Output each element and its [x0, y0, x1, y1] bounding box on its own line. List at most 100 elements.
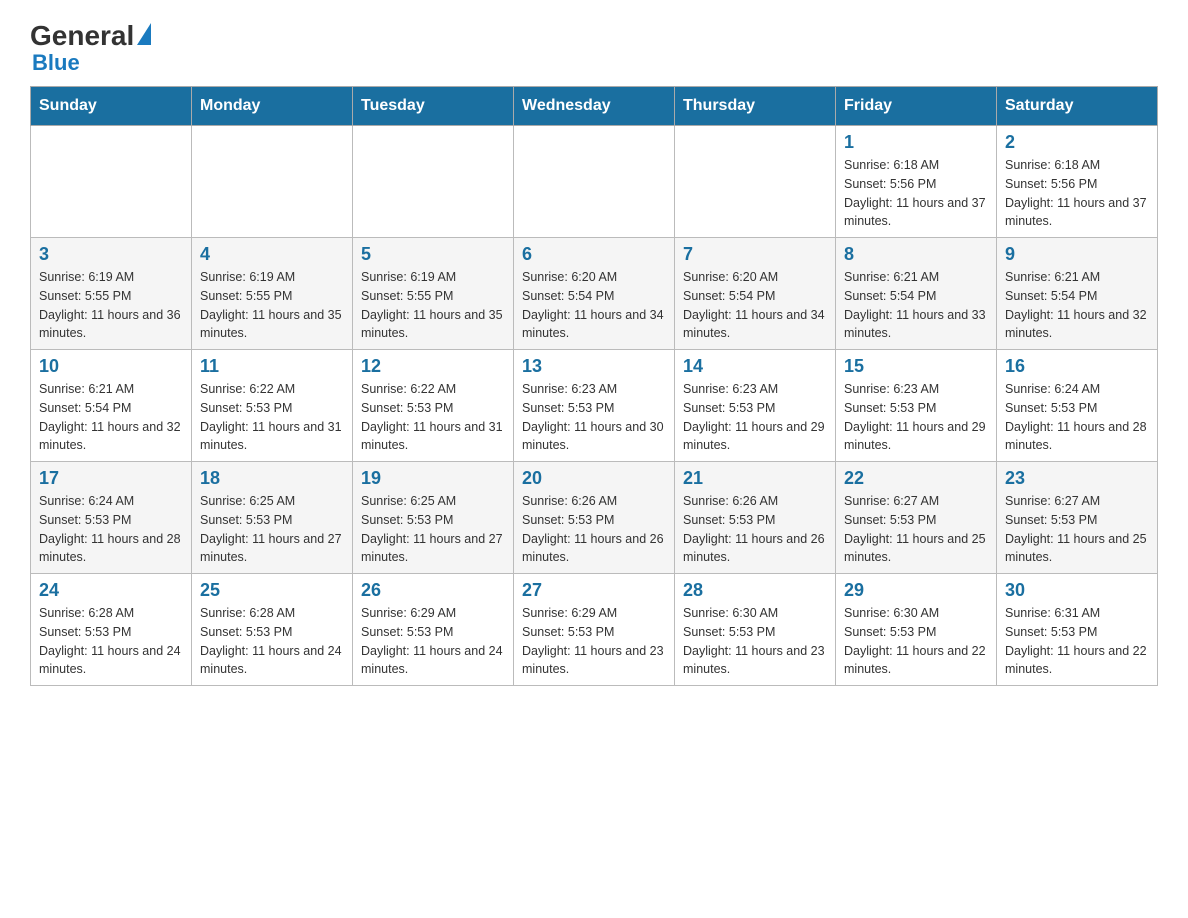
calendar-cell: 1Sunrise: 6:18 AM Sunset: 5:56 PM Daylig…: [836, 126, 997, 238]
calendar-cell: 25 Sunrise: 6:28 AM Sunset: 5:53 PM Dayli…: [192, 574, 353, 686]
calendar-header-saturday: Saturday: [997, 87, 1158, 126]
day-number: 18: [200, 468, 344, 489]
calendar-cell: 17 Sunrise: 6:24 AM Sunset: 5:53 PM Dayli…: [31, 462, 192, 574]
day-info: Sunrise: 6:21 AM Sunset: 5:54 PM Dayligh…: [39, 380, 183, 455]
calendar-cell: 26Sunrise: 6:29 AM Sunset: 5:53 PM Dayli…: [353, 574, 514, 686]
day-number: 5: [361, 244, 505, 265]
day-number: 21: [683, 468, 827, 489]
calendar-cell: 27Sunrise: 6:29 AM Sunset: 5:53 PM Dayli…: [514, 574, 675, 686]
calendar-week-row-3: 10 Sunrise: 6:21 AM Sunset: 5:54 PM Dayli…: [31, 350, 1158, 462]
day-info: Sunrise: 6:21 AM Sunset: 5:54 PM Dayligh…: [844, 268, 988, 343]
day-info: Sunrise: 6:27 AM Sunset: 5:53 PM Dayligh…: [1005, 492, 1149, 567]
calendar-cell: 22 Sunrise: 6:27 AM Sunset: 5:53 PM Dayli…: [836, 462, 997, 574]
day-info: Sunrise: 6:23 AM Sunset: 5:53 PM Dayligh…: [844, 380, 988, 455]
calendar-cell: 19Sunrise: 6:25 AM Sunset: 5:53 PM Dayli…: [353, 462, 514, 574]
day-info: Sunrise: 6:18 AM Sunset: 5:56 PM Dayligh…: [844, 156, 988, 231]
calendar-header-friday: Friday: [836, 87, 997, 126]
day-number: 11: [200, 356, 344, 377]
calendar-cell: 28 Sunrise: 6:30 AM Sunset: 5:53 PM Dayli…: [675, 574, 836, 686]
day-info: Sunrise: 6:23 AM Sunset: 5:53 PM Dayligh…: [522, 380, 666, 455]
calendar-cell: 8 Sunrise: 6:21 AM Sunset: 5:54 PM Daylig…: [836, 238, 997, 350]
calendar-cell: 30 Sunrise: 6:31 AM Sunset: 5:53 PM Dayli…: [997, 574, 1158, 686]
day-info: Sunrise: 6:19 AM Sunset: 5:55 PM Dayligh…: [39, 268, 183, 343]
calendar-cell: 12 Sunrise: 6:22 AM Sunset: 5:53 PM Dayli…: [353, 350, 514, 462]
day-info: Sunrise: 6:25 AM Sunset: 5:53 PM Dayligh…: [361, 492, 505, 567]
day-info: Sunrise: 6:29 AM Sunset: 5:53 PM Dayligh…: [361, 604, 505, 679]
logo-blue-text: Blue: [32, 50, 80, 76]
calendar-cell: 6 Sunrise: 6:20 AM Sunset: 5:54 PM Daylig…: [514, 238, 675, 350]
day-info: Sunrise: 6:18 AM Sunset: 5:56 PM Dayligh…: [1005, 156, 1149, 231]
calendar-cell: 23 Sunrise: 6:27 AM Sunset: 5:53 PM Dayli…: [997, 462, 1158, 574]
logo: General Blue: [30, 20, 151, 76]
day-info: Sunrise: 6:28 AM Sunset: 5:53 PM Dayligh…: [39, 604, 183, 679]
calendar-cell: 11 Sunrise: 6:22 AM Sunset: 5:53 PM Dayli…: [192, 350, 353, 462]
logo-triangle-icon: [137, 23, 151, 45]
calendar-cell: 7Sunrise: 6:20 AM Sunset: 5:54 PM Daylig…: [675, 238, 836, 350]
day-number: 8: [844, 244, 988, 265]
day-number: 15: [844, 356, 988, 377]
day-number: 27: [522, 580, 666, 601]
calendar-cell: 5 Sunrise: 6:19 AM Sunset: 5:55 PM Daylig…: [353, 238, 514, 350]
day-info: Sunrise: 6:20 AM Sunset: 5:54 PM Dayligh…: [683, 268, 827, 343]
day-number: 9: [1005, 244, 1149, 265]
calendar-table: SundayMondayTuesdayWednesdayThursdayFrid…: [30, 86, 1158, 686]
calendar-week-row-5: 24 Sunrise: 6:28 AM Sunset: 5:53 PM Dayli…: [31, 574, 1158, 686]
day-info: Sunrise: 6:30 AM Sunset: 5:53 PM Dayligh…: [683, 604, 827, 679]
calendar-header-wednesday: Wednesday: [514, 87, 675, 126]
calendar-cell: [192, 126, 353, 238]
day-number: 28: [683, 580, 827, 601]
day-info: Sunrise: 6:24 AM Sunset: 5:53 PM Dayligh…: [1005, 380, 1149, 455]
calendar-cell: 21 Sunrise: 6:26 AM Sunset: 5:53 PM Dayli…: [675, 462, 836, 574]
day-number: 14: [683, 356, 827, 377]
logo-general-text: General: [30, 20, 134, 52]
day-info: Sunrise: 6:30 AM Sunset: 5:53 PM Dayligh…: [844, 604, 988, 679]
calendar-cell: 29Sunrise: 6:30 AM Sunset: 5:53 PM Dayli…: [836, 574, 997, 686]
day-number: 10: [39, 356, 183, 377]
day-number: 23: [1005, 468, 1149, 489]
day-info: Sunrise: 6:22 AM Sunset: 5:53 PM Dayligh…: [361, 380, 505, 455]
calendar-week-row-1: 1Sunrise: 6:18 AM Sunset: 5:56 PM Daylig…: [31, 126, 1158, 238]
calendar-week-row-4: 17 Sunrise: 6:24 AM Sunset: 5:53 PM Dayli…: [31, 462, 1158, 574]
calendar-header-thursday: Thursday: [675, 87, 836, 126]
calendar-cell: [675, 126, 836, 238]
day-number: 12: [361, 356, 505, 377]
day-info: Sunrise: 6:23 AM Sunset: 5:53 PM Dayligh…: [683, 380, 827, 455]
day-info: Sunrise: 6:24 AM Sunset: 5:53 PM Dayligh…: [39, 492, 183, 567]
calendar-cell: [353, 126, 514, 238]
day-number: 25: [200, 580, 344, 601]
day-number: 3: [39, 244, 183, 265]
calendar-cell: 18 Sunrise: 6:25 AM Sunset: 5:53 PM Dayli…: [192, 462, 353, 574]
day-number: 6: [522, 244, 666, 265]
day-info: Sunrise: 6:27 AM Sunset: 5:53 PM Dayligh…: [844, 492, 988, 567]
day-info: Sunrise: 6:26 AM Sunset: 5:53 PM Dayligh…: [683, 492, 827, 567]
day-info: Sunrise: 6:20 AM Sunset: 5:54 PM Dayligh…: [522, 268, 666, 343]
calendar-cell: [31, 126, 192, 238]
day-number: 17: [39, 468, 183, 489]
day-info: Sunrise: 6:19 AM Sunset: 5:55 PM Dayligh…: [361, 268, 505, 343]
calendar-cell: 14 Sunrise: 6:23 AM Sunset: 5:53 PM Dayli…: [675, 350, 836, 462]
day-number: 24: [39, 580, 183, 601]
calendar-cell: 16 Sunrise: 6:24 AM Sunset: 5:53 PM Dayli…: [997, 350, 1158, 462]
day-number: 20: [522, 468, 666, 489]
calendar-header-monday: Monday: [192, 87, 353, 126]
day-number: 22: [844, 468, 988, 489]
day-number: 2: [1005, 132, 1149, 153]
day-info: Sunrise: 6:26 AM Sunset: 5:53 PM Dayligh…: [522, 492, 666, 567]
calendar-cell: 10 Sunrise: 6:21 AM Sunset: 5:54 PM Dayli…: [31, 350, 192, 462]
day-info: Sunrise: 6:25 AM Sunset: 5:53 PM Dayligh…: [200, 492, 344, 567]
day-number: 16: [1005, 356, 1149, 377]
calendar-header-tuesday: Tuesday: [353, 87, 514, 126]
day-info: Sunrise: 6:31 AM Sunset: 5:53 PM Dayligh…: [1005, 604, 1149, 679]
day-info: Sunrise: 6:19 AM Sunset: 5:55 PM Dayligh…: [200, 268, 344, 343]
day-info: Sunrise: 6:28 AM Sunset: 5:53 PM Dayligh…: [200, 604, 344, 679]
calendar-cell: 24 Sunrise: 6:28 AM Sunset: 5:53 PM Dayli…: [31, 574, 192, 686]
calendar-header-row: SundayMondayTuesdayWednesdayThursdayFrid…: [31, 87, 1158, 126]
day-number: 30: [1005, 580, 1149, 601]
calendar-cell: 3 Sunrise: 6:19 AM Sunset: 5:55 PM Daylig…: [31, 238, 192, 350]
calendar-cell: 15 Sunrise: 6:23 AM Sunset: 5:53 PM Dayli…: [836, 350, 997, 462]
day-number: 13: [522, 356, 666, 377]
calendar-cell: 20 Sunrise: 6:26 AM Sunset: 5:53 PM Dayli…: [514, 462, 675, 574]
calendar-cell: 2 Sunrise: 6:18 AM Sunset: 5:56 PM Daylig…: [997, 126, 1158, 238]
day-info: Sunrise: 6:22 AM Sunset: 5:53 PM Dayligh…: [200, 380, 344, 455]
calendar-week-row-2: 3 Sunrise: 6:19 AM Sunset: 5:55 PM Daylig…: [31, 238, 1158, 350]
